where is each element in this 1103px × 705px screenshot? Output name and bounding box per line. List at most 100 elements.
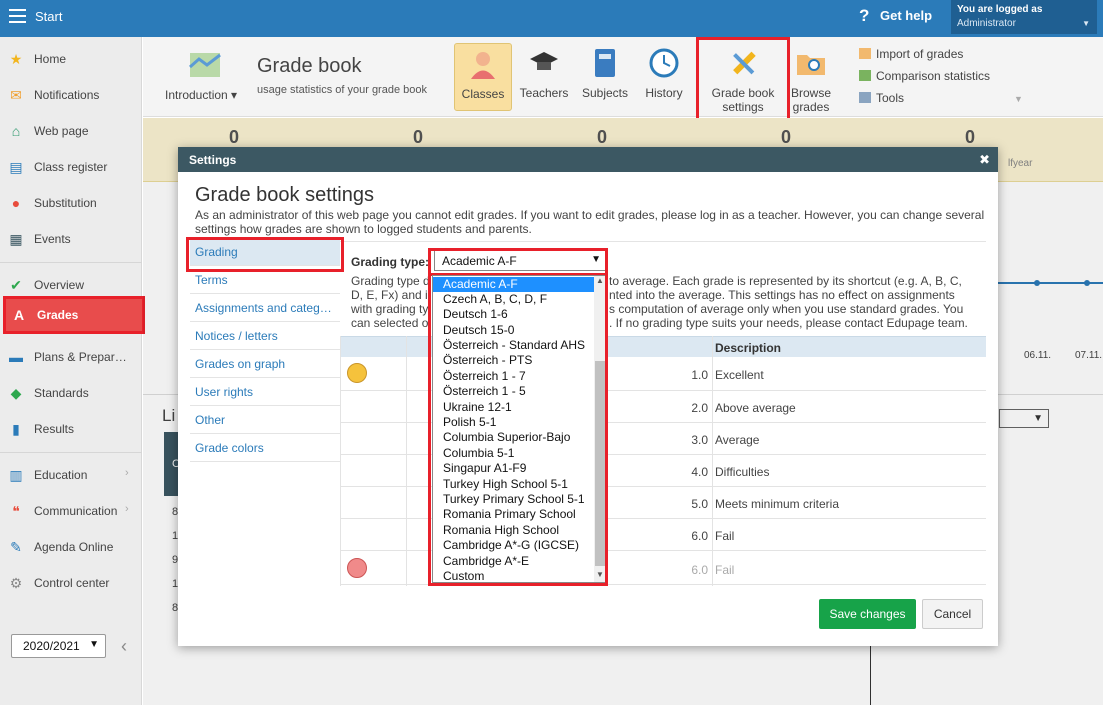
sidebar-item-events[interactable]: ▦ Events [0, 227, 142, 251]
sidebar-item-class-register[interactable]: ▤ Class register [0, 155, 142, 179]
description-text: can selected o [351, 316, 429, 330]
sidebar-item-substitution[interactable]: ● Substitution [0, 191, 142, 215]
comparison-statistics-label: Comparison statistics [876, 69, 991, 83]
grade-description: Meets minimum criteria [715, 497, 840, 511]
sidebar-item-plans[interactable]: ▬ Plans & Prepar… [0, 345, 142, 369]
sidebar-item-label: Notifications [34, 88, 100, 102]
classes-button[interactable]: Classes [454, 43, 512, 111]
tab-assignments[interactable]: Assignments and categ… [190, 294, 340, 322]
register-icon: ▤ [9, 159, 23, 175]
tools-link[interactable]: Tools ▼ [859, 91, 1023, 105]
dialog-title: Grade book settings [195, 184, 374, 206]
get-help-link[interactable]: Get help [880, 8, 932, 23]
teachers-label: Teachers [519, 86, 569, 100]
sidebar-item-label: Class register [34, 160, 108, 174]
sidebar-item-label: Results [34, 422, 75, 436]
smiley-happy-icon [347, 363, 367, 383]
chevron-right-icon: › [125, 503, 129, 515]
sidebar-item-notifications[interactable]: ✉ Notifications [0, 83, 142, 107]
introduction-label: Introduction ▾ [165, 88, 238, 102]
table-border [712, 336, 713, 586]
start-label[interactable]: Start [35, 9, 62, 24]
subjects-button[interactable]: Subjects [579, 47, 631, 100]
sidebar-item-home[interactable]: ★ Home [0, 47, 142, 71]
chevron-down-icon: ▼ [89, 639, 99, 650]
top-bar: Start ? Get help You are logged as Admin… [0, 0, 1103, 37]
grade-icon: A [13, 307, 25, 323]
teachers-button[interactable]: Teachers [518, 47, 570, 100]
cancel-button[interactable]: Cancel [922, 599, 983, 629]
sidebar-item-label: Standards [34, 386, 89, 400]
tab-user-rights[interactable]: User rights [190, 378, 340, 406]
grade-description: Excellent [715, 368, 764, 382]
import-grades-link[interactable]: Import of grades [859, 47, 963, 61]
save-changes-button[interactable]: Save changes [819, 599, 916, 629]
sidebar-divider [0, 262, 142, 263]
sidebar-item-web-page[interactable]: ⌂ Web page [0, 119, 142, 143]
grade-description: Above average [715, 401, 796, 415]
pen-icon: ✎ [10, 539, 22, 555]
help-icon[interactable]: ? [859, 6, 869, 26]
person-icon: ● [11, 195, 21, 211]
tab-grades-on-graph[interactable]: Grades on graph [190, 350, 340, 378]
bar-chart-icon [859, 70, 871, 81]
clock-icon [649, 48, 679, 78]
chart-map-icon [189, 53, 221, 77]
dialog-description: As an administrator of this web page you… [195, 208, 985, 236]
grade-description: Average [715, 433, 760, 447]
sidebar-item-education[interactable]: ▥ Education › [0, 463, 142, 487]
close-icon[interactable]: ✖ [979, 152, 990, 168]
sidebar-item-overview[interactable]: ✔ Overview [0, 273, 142, 297]
grading-type-label: Grading type: [351, 255, 430, 269]
grade-description: Fail [715, 529, 735, 543]
collapse-sidebar-icon[interactable]: ‹ [121, 636, 127, 657]
page-title: Grade book [257, 55, 362, 77]
table-border [340, 336, 341, 586]
browse-grades-button[interactable]: Browse grades [786, 47, 836, 114]
highlight-box [696, 37, 790, 121]
school-year-select[interactable]: 2020/2021 ▼ [11, 634, 106, 658]
history-label: History [645, 86, 683, 100]
tools-icon [859, 92, 871, 103]
user-menu[interactable]: You are logged as Administrator ▼ [951, 0, 1097, 34]
sidebar-item-label: Control center [34, 576, 110, 590]
introduction-button[interactable]: Introduction ▾ [165, 49, 245, 102]
sidebar-item-agenda-online[interactable]: ✎ Agenda Online [0, 535, 142, 559]
sidebar-item-communication[interactable]: ❝ Communication › [0, 499, 142, 523]
import-grades-label: Import of grades [876, 47, 964, 61]
history-button[interactable]: History [639, 47, 689, 100]
shield-check-icon: ◆ [10, 385, 22, 401]
grade-value: 2.0 [691, 401, 708, 415]
book-icon [595, 49, 615, 77]
sidebar-divider [0, 452, 142, 453]
sidebar-item-results[interactable]: ▮ Results [0, 417, 142, 441]
grade-value: 4.0 [691, 465, 708, 479]
description-text: D, E, Fx) and i [351, 288, 428, 302]
comparison-statistics-link[interactable]: Comparison statistics [859, 69, 990, 83]
tab-grade-colors[interactable]: Grade colors [190, 434, 340, 462]
envelope-icon: ✉ [10, 87, 22, 103]
chevron-down-icon: ▼ [1014, 94, 1023, 104]
chevron-right-icon: › [125, 467, 129, 479]
sidebar-item-label: Grades [37, 308, 79, 322]
description-text: to average. Each grade is represented by… [609, 274, 962, 288]
grade-value: 3.0 [691, 433, 708, 447]
sidebar-item-control-center[interactable]: ⚙ Control center [0, 571, 142, 595]
description-text: Grading type d [351, 274, 430, 288]
subjects-label: Subjects [581, 86, 629, 100]
plans-icon: ▬ [9, 349, 23, 365]
classes-icon [471, 52, 495, 79]
sidebar-item-label: Events [34, 232, 71, 246]
grade-value: 5.0 [691, 497, 708, 511]
login-user: Administrator [957, 18, 1016, 29]
chat-icon: ❝ [12, 503, 20, 519]
tab-notices[interactable]: Notices / letters [190, 322, 340, 350]
house-icon: ⌂ [11, 123, 21, 139]
menu-icon[interactable] [9, 9, 26, 23]
calendar-icon: ▦ [9, 231, 23, 247]
sidebar-item-grades[interactable]: A Grades [3, 296, 145, 334]
page-subtitle: usage statistics of your grade book [257, 84, 427, 96]
tools-label: Tools [876, 91, 905, 105]
tab-other[interactable]: Other [190, 406, 340, 434]
sidebar-item-standards[interactable]: ◆ Standards [0, 381, 142, 405]
